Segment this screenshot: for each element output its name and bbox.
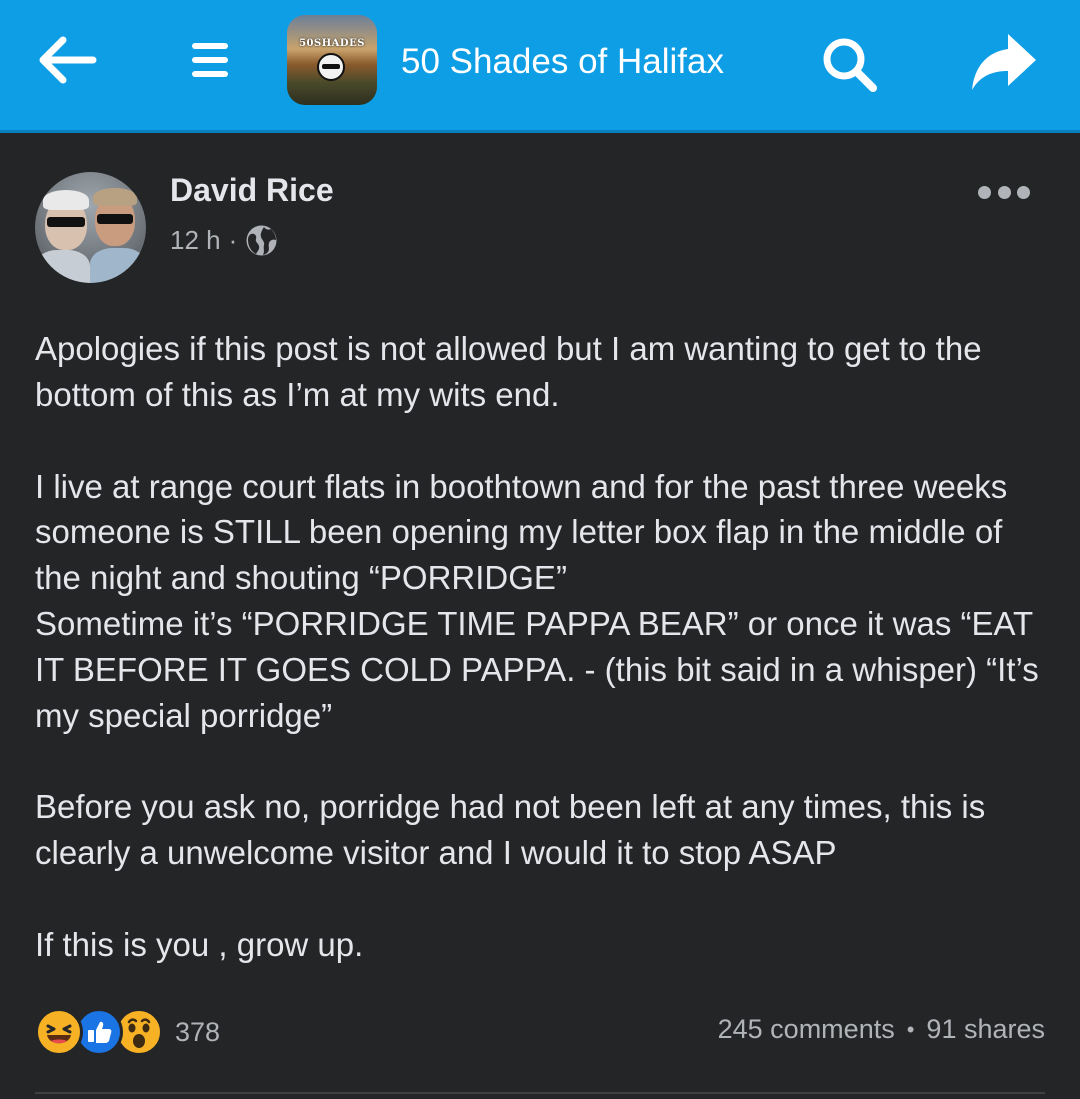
hamburger-menu-icon[interactable] (180, 30, 240, 90)
share-arrow-icon[interactable] (968, 28, 1040, 94)
meta-separator: · (228, 224, 238, 255)
stats-separator: • (906, 1016, 915, 1042)
haha-reaction-icon (35, 1008, 83, 1056)
post-time[interactable]: 12 h (170, 225, 221, 256)
post-body: Apologies if this post is not allowed bu… (35, 326, 1055, 968)
group-title[interactable]: 50 Shades of Halifax (401, 36, 724, 88)
more-options-icon[interactable] (978, 180, 1030, 204)
sunglasses-face-logo (317, 53, 345, 81)
post-paragraph-1: Apologies if this post is not allowed bu… (35, 330, 982, 413)
group-avatar[interactable]: 50SHADES (287, 15, 377, 105)
footer-divider (35, 1092, 1045, 1094)
shares-count[interactable]: 91 shares (926, 1014, 1045, 1045)
post-meta: 12 h · (170, 223, 278, 257)
post-stats: 245 comments • 91 shares (718, 1014, 1045, 1045)
comments-count[interactable]: 245 comments (718, 1014, 895, 1045)
author-name[interactable]: David Rice (170, 172, 334, 209)
post-header: David Rice 12 h · (0, 133, 1080, 303)
post-paragraph-3: Before you ask no, porridge had not been… (35, 788, 986, 872)
author-avatar[interactable] (35, 172, 146, 283)
post-paragraph-4: If this is you , grow up. (35, 925, 364, 963)
top-bar: 50SHADES 50 Shades of Halifax (0, 0, 1080, 133)
post-footer: 378 245 comments • 91 shares (0, 1002, 1080, 1062)
post-paragraph-2: I live at range court flats in boothtown… (35, 467, 1039, 734)
globe-icon (245, 224, 278, 257)
back-arrow-icon[interactable] (30, 28, 104, 92)
reaction-count: 378 (175, 1016, 221, 1047)
search-icon[interactable] (818, 33, 880, 95)
group-avatar-text: 50SHADES (299, 38, 365, 49)
reactions-summary[interactable]: 378 (35, 1007, 220, 1057)
